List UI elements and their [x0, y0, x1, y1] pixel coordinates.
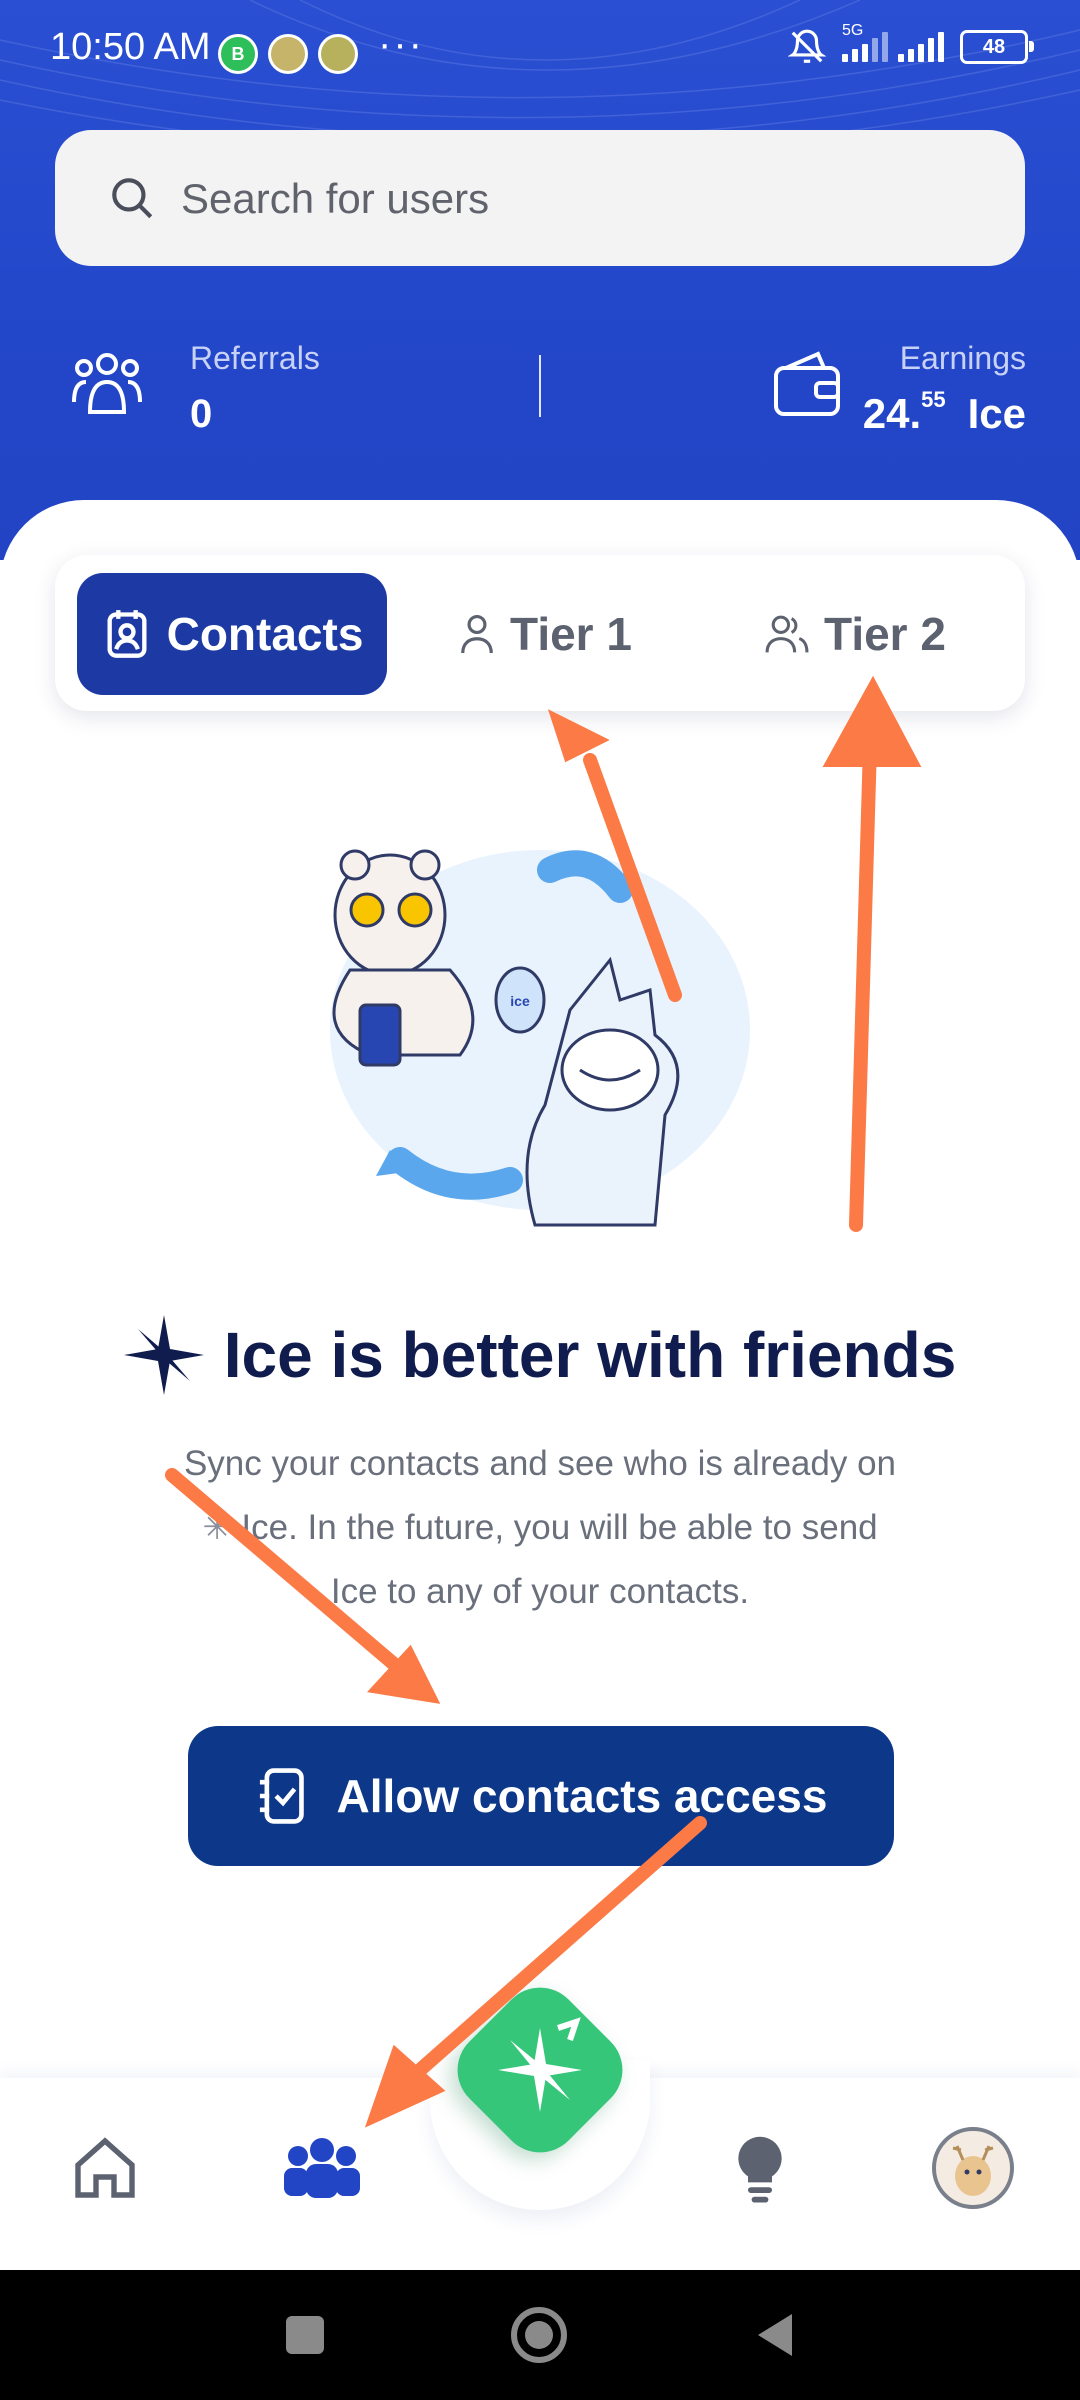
bag-label: ice [510, 993, 530, 1009]
nav-team[interactable] [272, 2118, 372, 2218]
search-icon [112, 178, 153, 219]
contacts-check-icon [259, 1768, 304, 1824]
signal-icon-2 [898, 32, 944, 62]
user-icon [461, 615, 493, 654]
tab-tier-2-label: Tier 2 [824, 608, 946, 660]
contacts-icon [107, 610, 147, 658]
app-notification-icon [268, 34, 308, 74]
wallet-icon [774, 351, 840, 416]
allow-contacts-button[interactable]: Allow contacts access [188, 1726, 894, 1866]
referrals-icon [72, 353, 142, 414]
more-notifications-icon: ··· [378, 22, 424, 66]
earnings-unit: Ice [967, 390, 1026, 437]
ice-star-icon [123, 1315, 204, 1395]
tab-contacts-label: Contacts [166, 608, 364, 660]
friends-illustration: ice [330, 849, 750, 1227]
profile-avatar [932, 2127, 1014, 2209]
mute-bell-icon [788, 29, 826, 63]
team-tabs: Contacts Tier 1 Tier 2 [55, 555, 1025, 711]
home-system-button[interactable] [504, 2300, 574, 2370]
nav-news[interactable] [710, 2118, 810, 2218]
mining-icon [498, 2017, 582, 2112]
battery-level: 48 [982, 35, 1006, 58]
search-bar[interactable] [55, 130, 1025, 268]
back-button[interactable] [740, 2300, 810, 2370]
tab-contacts[interactable]: Contacts [77, 573, 387, 695]
status-bar: 10:50 AM B ··· 5G 48 [0, 0, 1080, 100]
battery-icon: 48 [960, 30, 1034, 64]
allow-contacts-label: Allow contacts access [336, 1770, 828, 1822]
whatsapp-business-icon: B [218, 34, 258, 74]
description-line-2: ✳ Ice. In the future, you will be able t… [130, 1496, 950, 1560]
search-input[interactable] [179, 130, 983, 268]
earnings-label: Earnings [899, 340, 1026, 376]
tab-tier-1-label: Tier 1 [510, 608, 632, 660]
recents-button[interactable] [270, 2300, 340, 2370]
nav-profile[interactable] [923, 2118, 1023, 2218]
home-icon [75, 2137, 135, 2198]
status-indicators: 5G 48 [788, 22, 1034, 66]
tab-tier-1[interactable]: Tier 1 [395, 573, 695, 695]
status-time: 10:50 AM [50, 26, 211, 68]
earnings-whole: 24. [862, 390, 922, 437]
tab-tier-2[interactable]: Tier 2 [705, 573, 1005, 695]
referrals-value: 0 [190, 392, 213, 436]
lightbulb-icon [738, 2136, 782, 2203]
network-type: 5G [842, 22, 864, 39]
stats-divider [539, 355, 541, 417]
app-notification-icon-2 [318, 34, 358, 74]
team-icon [284, 2138, 360, 2198]
description-line-1: Sync your contacts and see who is alread… [183, 1444, 897, 1483]
empty-state-description: Sync your contacts and see who is alread… [130, 1432, 950, 1624]
empty-state-title: Ice is better with friends [0, 1315, 1080, 1395]
nav-home[interactable] [55, 2118, 155, 2218]
ice-small-icon: ✳ [202, 1508, 242, 1547]
description-line-2-text: Ice. In the future, you will be able to … [241, 1508, 878, 1547]
referrals-label: Referrals [190, 340, 320, 376]
empty-state-title-text: Ice is better with friends [223, 1319, 957, 1391]
earnings-value: 24.55 Ice [862, 387, 1026, 438]
users-icon [765, 615, 809, 653]
description-line-3: Ice to any of your contacts. [330, 1572, 750, 1611]
earnings-fraction: 55 [921, 387, 946, 412]
